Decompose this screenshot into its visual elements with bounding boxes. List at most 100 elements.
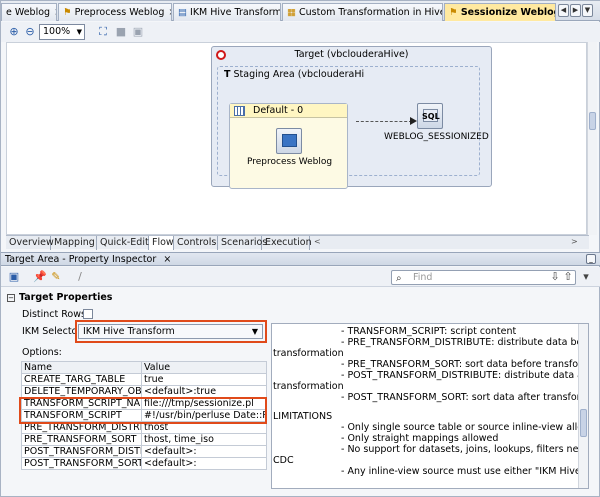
tab-overview[interactable]: Overview — [6, 236, 54, 250]
grid-icon: ▦ — [287, 7, 296, 18]
tab-label: e Weblog — [6, 7, 51, 18]
table-icon — [234, 106, 245, 116]
arrow-head-icon — [410, 117, 417, 125]
desc-line: CDC — [273, 455, 294, 466]
desc-line: - Any inline-view source must use either… — [341, 466, 588, 477]
close-icon[interactable]: × — [168, 7, 171, 18]
tab-preprocess-weblog[interactable]: ⚑ Preprocess Weblog× — [58, 3, 172, 21]
canvas-vertical-scrollbar[interactable] — [587, 42, 597, 235]
tab-scroll-left-icon[interactable]: ◀ — [558, 4, 569, 17]
option-name: POST_TRANSFORM_SORT — [21, 457, 142, 470]
properties-icon[interactable]: ▣ — [7, 270, 21, 284]
editor-tab-bar: e Weblog× ⚑ Preprocess Weblog× ▤ IKM Hiv… — [1, 1, 600, 21]
tab-list-icon[interactable]: ▼ — [582, 4, 593, 17]
highlight-transform-script — [19, 397, 267, 424]
default-header: Default - 0 — [230, 104, 347, 118]
tab-label: Sessionize Weblog — [460, 7, 556, 18]
default-dataset[interactable]: Default - 0 Preprocess Weblog — [229, 103, 348, 189]
table-row[interactable]: CREATE_TARG_TABLE true — [21, 373, 267, 386]
desc-line: transformation — [273, 381, 344, 392]
option-description-panel[interactable]: - TRANSFORM_SCRIPT: script content - PRE… — [271, 323, 589, 489]
binoculars-icon: ⌕ — [396, 273, 402, 284]
fit-to-page-icon[interactable]: ⛶ — [96, 25, 110, 39]
distinct-rows-checkbox[interactable] — [83, 309, 93, 319]
find-placeholder: Find — [413, 272, 433, 283]
option-value[interactable]: <default>: — [141, 457, 267, 470]
tab-scroll-right-icon[interactable]: ▶ — [570, 4, 581, 17]
tab-weblog[interactable]: e Weblog× — [1, 3, 57, 21]
table-row[interactable]: DELETE_TEMPORARY_OBJE...<default>:true — [21, 385, 267, 398]
sql-badge: SQL — [422, 112, 440, 121]
table-row[interactable]: POST_TRANSFORM_SORT <default>: — [21, 457, 267, 470]
option-value[interactable]: thost, time_iso — [141, 433, 267, 446]
tab-controls[interactable]: Controls — [174, 236, 218, 250]
option-value[interactable]: <default>: — [141, 445, 267, 458]
tab-execution[interactable]: Execution — [262, 236, 312, 250]
option-name: DELETE_TEMPORARY_OBJE... — [21, 385, 142, 398]
staging-header: T Staging Area (vbclouderaHi — [224, 69, 364, 80]
find-prev-icon[interactable]: ⇧ — [561, 270, 575, 284]
table-header-row: Name Value — [21, 361, 267, 374]
tab-scenarios[interactable]: Scenarios — [218, 236, 267, 250]
mapping-icon: ⚑ — [63, 7, 72, 18]
desc-line: transformation — [273, 348, 344, 359]
desc-line: LIMITATIONS — [273, 411, 333, 422]
tab-flow[interactable]: Flow — [149, 236, 174, 250]
inspector-toolbar: ▣ 📌 ✎ / ⌕ Find ⇩ ⇧ ▾ — [1, 267, 600, 287]
column-header-value[interactable]: Value — [141, 361, 267, 374]
desc-line: - PRE_TRANSFORM_SORT: sort data before t… — [341, 359, 589, 370]
tab-mapping[interactable]: Mapping — [51, 236, 97, 250]
collapse-icon[interactable]: − — [7, 294, 15, 302]
scroll-left-icon[interactable]: < — [314, 237, 321, 246]
table-row[interactable]: POST_TRANSFORM_DISTRI...<default>: — [21, 445, 267, 458]
preprocess-weblog-icon[interactable] — [276, 128, 302, 154]
tab-label: Preprocess Weblog — [74, 7, 165, 18]
chevron-down-icon: ▼ — [76, 28, 82, 36]
tab-sessionize-weblog[interactable]: ⚑ Sessionize Weblog× — [444, 3, 556, 21]
zoom-in-icon[interactable]: ⊕ — [7, 25, 21, 39]
column-header-name[interactable]: Name — [21, 361, 142, 374]
zoom-out-icon[interactable]: ⊖ — [23, 25, 37, 39]
desc-line: - Only straight mappings allowed — [341, 433, 499, 444]
zoom-select[interactable]: 100% ▼ — [39, 24, 85, 40]
ikm-icon: ▤ — [178, 7, 187, 18]
mapping-canvas[interactable]: Target (vbclouderaHive) T Staging Area (… — [6, 42, 587, 235]
mapping-icon: ⚑ — [449, 7, 458, 18]
edit-icon[interactable]: ✎ — [49, 270, 63, 284]
layout-icon[interactable]: ■ — [114, 25, 128, 39]
pencil-icon[interactable]: / — [73, 270, 87, 284]
source-component-label: Preprocess Weblog — [247, 157, 333, 167]
view-tab-bar: Overview Mapping Quick-Edit Flow Control… — [6, 235, 589, 250]
close-icon[interactable]: × — [163, 254, 171, 265]
desc-line: - TRANSFORM_SCRIPT: script content — [341, 326, 517, 337]
target-group[interactable]: Target (vbclouderaHive) T Staging Area (… — [211, 46, 492, 189]
close-icon[interactable]: × — [54, 7, 56, 18]
tab-ikm-hive-transform[interactable]: ▤ IKM Hive Transform× — [173, 3, 281, 21]
option-value[interactable]: <default>:true — [141, 385, 267, 398]
minimize-icon[interactable]: _ — [586, 254, 596, 264]
find-options-icon[interactable]: ▾ — [579, 270, 593, 284]
pin-icon[interactable]: 📌 — [33, 270, 47, 284]
desc-line: - PRE_TRANSFORM_DISTRIBUTE: distribute d… — [341, 337, 589, 348]
options-label: Options: — [22, 347, 62, 358]
table-row[interactable]: PRE_TRANSFORM_SORT thost, time_iso — [21, 433, 267, 446]
desc-line: - Only single source table or source inl… — [341, 422, 589, 433]
tab-custom-transformation[interactable]: ▦ Custom Transformation in Hive× — [282, 3, 443, 21]
flow-arrow — [356, 121, 412, 122]
tab-label: Custom Transformation in Hive — [299, 7, 443, 18]
staging-icon: T — [224, 69, 231, 80]
sql-target-icon[interactable]: SQL — [417, 103, 443, 129]
distinct-rows-label: Distinct Rows: — [22, 309, 90, 320]
option-value[interactable]: true — [141, 373, 267, 386]
option-name: PRE_TRANSFORM_SORT — [21, 433, 142, 446]
description-scrollbar[interactable] — [578, 324, 588, 488]
target-properties-section[interactable]: − Target Properties — [7, 292, 112, 303]
grid-toggle-icon[interactable]: ▣ — [131, 25, 145, 39]
target-title: Target (vbclouderaHive) — [294, 49, 409, 60]
find-next-icon[interactable]: ⇩ — [548, 270, 562, 284]
scroll-right-icon[interactable]: > — [571, 237, 578, 246]
tab-quick-edit[interactable]: Quick-Edit — [97, 236, 149, 250]
tab-label: IKM Hive Transform — [190, 7, 281, 18]
section-title: Target Properties — [19, 292, 113, 303]
option-name: POST_TRANSFORM_DISTRI... — [21, 445, 142, 458]
